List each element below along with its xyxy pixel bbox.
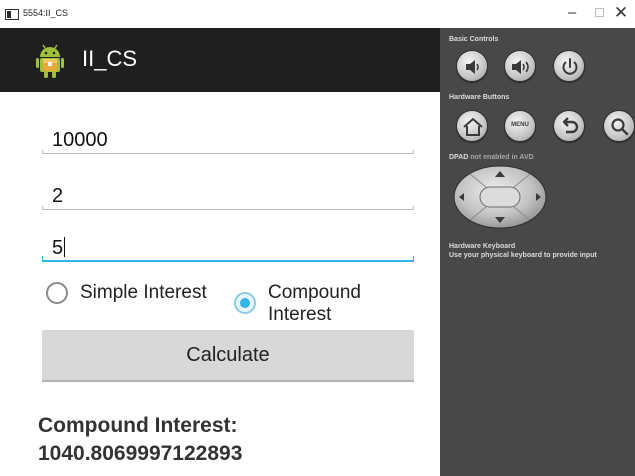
rate-input[interactable]: 2 bbox=[42, 182, 414, 210]
emulator-window-icon bbox=[5, 9, 19, 20]
window-title: 5554:II_CS bbox=[23, 8, 69, 18]
menu-button[interactable]: MENU bbox=[504, 110, 536, 142]
rate-value: 2 bbox=[52, 185, 64, 207]
minimize-button[interactable]: – bbox=[558, 3, 586, 23]
device-screen: II_CS 10000 2 5 Simple Interest Compound… bbox=[0, 28, 440, 476]
dpad-status-label: DPAD not enabled in AVD bbox=[449, 154, 534, 161]
maximize-icon bbox=[594, 8, 604, 17]
back-button[interactable] bbox=[553, 110, 585, 142]
volume-up-button[interactable] bbox=[504, 50, 536, 82]
dpad-label-bold: DPAD bbox=[449, 154, 469, 161]
input-underline-focused bbox=[42, 256, 414, 262]
time-input[interactable]: 5 bbox=[42, 234, 414, 262]
input-underline bbox=[42, 150, 414, 154]
window-titlebar: 5554:II_CS – ✕ bbox=[0, 0, 635, 28]
calculate-button[interactable]: Calculate bbox=[42, 330, 414, 382]
home-icon bbox=[463, 118, 483, 136]
dpad-control[interactable] bbox=[452, 165, 548, 229]
dpad-up-button[interactable] bbox=[486, 165, 514, 179]
menu-icon: MENU bbox=[511, 122, 529, 128]
hardware-keyboard-hint: Use your physical keyboard to provide in… bbox=[449, 252, 597, 259]
power-button[interactable] bbox=[553, 50, 585, 82]
home-button[interactable] bbox=[456, 110, 488, 142]
text-cursor bbox=[64, 237, 66, 257]
search-icon bbox=[611, 118, 629, 136]
hardware-keyboard-label: Hardware Keyboard bbox=[449, 243, 516, 250]
emulator-controls-panel: Basic Controls Hardware Buttons MENU DPA… bbox=[440, 28, 635, 476]
time-value: 5 bbox=[52, 237, 64, 259]
search-button[interactable] bbox=[603, 110, 635, 142]
radio-simple-interest[interactable] bbox=[46, 282, 68, 304]
volume-down-button[interactable] bbox=[456, 50, 488, 82]
result-label: Compound Interest: bbox=[38, 414, 238, 437]
android-icon bbox=[36, 44, 64, 78]
principal-value: 10000 bbox=[52, 129, 108, 151]
power-icon bbox=[562, 58, 578, 75]
dpad-left-button[interactable] bbox=[452, 183, 472, 211]
radio-simple-interest-label[interactable]: Simple Interest bbox=[80, 282, 207, 304]
basic-controls-label: Basic Controls bbox=[449, 36, 499, 43]
radio-compound-interest[interactable] bbox=[234, 292, 256, 314]
result-area: Compound Interest: 1040.8069997122893 bbox=[38, 412, 242, 468]
hardware-keyboard-info: Hardware Keyboard Use your physical keyb… bbox=[449, 242, 597, 260]
principal-input[interactable]: 10000 bbox=[42, 126, 414, 154]
app-title: II_CS bbox=[82, 46, 138, 71]
dpad-right-button[interactable] bbox=[528, 183, 548, 211]
result-value: 1040.8069997122893 bbox=[38, 442, 243, 465]
close-button[interactable]: ✕ bbox=[607, 3, 635, 23]
radio-compound-interest-label[interactable]: Compound Interest bbox=[268, 282, 408, 326]
volume-up-icon bbox=[512, 60, 529, 74]
back-icon bbox=[562, 117, 579, 134]
dpad-down-button[interactable] bbox=[486, 215, 514, 229]
volume-down-icon bbox=[466, 60, 479, 74]
dpad-center-button[interactable] bbox=[480, 187, 520, 207]
input-underline bbox=[42, 206, 414, 210]
hardware-buttons-label: Hardware Buttons bbox=[449, 94, 510, 101]
dpad-label-rest: not enabled in AVD bbox=[468, 154, 534, 161]
action-bar: II_CS bbox=[0, 28, 440, 92]
